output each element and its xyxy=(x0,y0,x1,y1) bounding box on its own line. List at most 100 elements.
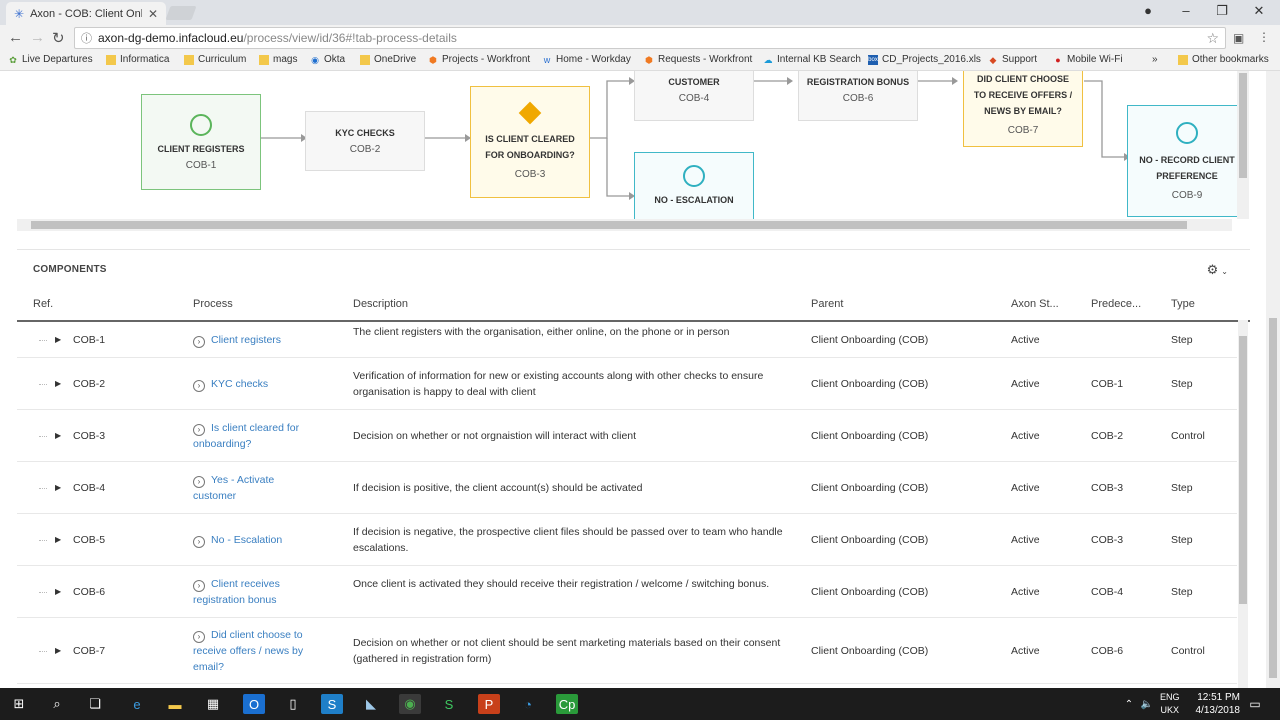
powerpoint-icon[interactable]: P xyxy=(478,694,500,714)
expand-chevron-icon[interactable]: ▶ xyxy=(55,532,61,548)
bookmark-other[interactable]: Other bookmarks xyxy=(1178,54,1269,65)
bookmark-cd-projects[interactable]: box CD_Projects_2016.xls xyxy=(868,54,981,65)
bookmark-curriculum[interactable]: Curriculum xyxy=(184,54,246,65)
outlook-icon[interactable]: O xyxy=(243,694,265,714)
address-bar[interactable]: ⓘ axon-dg-demo.infacloud.eu/process/view… xyxy=(74,27,1226,49)
windows-start-icon[interactable]: ⊞ xyxy=(8,694,30,714)
process-link[interactable]: › Client receives registration bonus xyxy=(193,576,313,608)
table-row[interactable]: ▶ COB-5 › No - Escalation If decision is neg… xyxy=(17,514,1237,566)
file-explorer-icon[interactable]: ▬ xyxy=(164,694,186,714)
process-icon: › xyxy=(193,380,205,392)
diagram-node-record-client-preference[interactable]: NO - RECORD CLIENT PREFERENCE COB-9 xyxy=(1127,105,1247,217)
process-link[interactable]: › KYC checks xyxy=(193,376,313,392)
task-view-icon[interactable]: ❏ xyxy=(84,694,106,714)
column-header-axon-status[interactable]: Axon St... xyxy=(1011,298,1059,310)
app-icon[interactable]: ◣ xyxy=(360,694,382,714)
edge-icon[interactable]: e xyxy=(126,694,148,714)
bookmark-okta[interactable]: ◉ Okta xyxy=(310,54,345,65)
row-type: Step xyxy=(1171,334,1193,346)
chat-icon[interactable]: ◔ xyxy=(517,694,539,714)
bookmark-informatica[interactable]: Informatica xyxy=(106,54,169,65)
browser-tab[interactable]: ✳ Axon - COB: Client Onbo ✕ xyxy=(6,2,166,25)
close-tab-icon[interactable]: ✕ xyxy=(148,7,158,21)
close-window-icon[interactable]: ✕ xyxy=(1244,3,1274,19)
table-vertical-scrollbar[interactable] xyxy=(1238,320,1248,688)
process-link-label[interactable]: Client receives registration bonus xyxy=(193,578,280,606)
volume-icon[interactable]: 🔈 xyxy=(1136,694,1158,714)
bookmark-support[interactable]: ◆ Support xyxy=(988,54,1038,65)
process-link[interactable]: › Yes - Activate customer xyxy=(193,472,313,504)
diagram-horizontal-scrollbar[interactable] xyxy=(17,219,1232,231)
back-icon[interactable]: ← xyxy=(8,29,23,46)
column-header-type[interactable]: Type xyxy=(1171,298,1195,310)
process-link[interactable]: › Client registers xyxy=(193,332,313,348)
process-link[interactable]: › No - Escalation xyxy=(193,532,313,548)
process-link-label[interactable]: Is client cleared for onboarding? xyxy=(193,422,299,450)
diagram-node-is-client-cleared[interactable]: IS CLIENT CLEARED FOR ONBOARDING? COB-3 xyxy=(470,86,590,198)
clock[interactable]: 12:51 PM 4/13/2018 xyxy=(1196,691,1241,717)
bookmark-requests-workfront[interactable]: ⬢ Requests - Workfront xyxy=(644,54,752,65)
profile-icon[interactable]: ● xyxy=(1133,3,1163,18)
bookmark-mags[interactable]: mags xyxy=(259,54,297,65)
table-row[interactable]: ▶ COB-2 › KYC checks Verification of informa… xyxy=(17,358,1237,410)
table-row[interactable]: ▶ COB-1 › Client registers The client regist… xyxy=(17,322,1237,358)
diagram-node-kyc-checks[interactable]: KYC CHECKS COB-2 xyxy=(305,111,425,171)
store-icon[interactable]: ▦ xyxy=(202,694,224,714)
minimize-icon[interactable]: – xyxy=(1171,3,1201,18)
diagram-vertical-scrollbar[interactable] xyxy=(1237,71,1249,219)
maximize-icon[interactable]: ❐ xyxy=(1207,3,1237,19)
diagram-node-client-registers[interactable]: CLIENT REGISTERS COB-1 xyxy=(141,94,261,190)
bookmark-onedrive[interactable]: OneDrive xyxy=(360,54,416,65)
column-header-parent[interactable]: Parent xyxy=(811,298,843,310)
expand-chevron-icon[interactable]: ▶ xyxy=(55,376,61,392)
table-row[interactable]: ▶ COB-4 › Yes - Activate customer If decisio… xyxy=(17,462,1237,514)
search-icon[interactable]: ⌕ xyxy=(46,694,68,714)
diagram-node-did-client-choose[interactable]: DID CLIENT CHOOSE TO RECEIVE OFFERS / NE… xyxy=(963,71,1083,147)
process-link-label[interactable]: Did client choose to receive offers / ne… xyxy=(193,629,303,673)
diagram-node-no-escalation[interactable]: NO - ESCALATION xyxy=(634,152,754,222)
document-icon[interactable]: ▯ xyxy=(282,694,304,714)
spreadsheet-icon[interactable]: S xyxy=(438,694,460,714)
process-link-label[interactable]: No - Escalation xyxy=(211,534,282,546)
column-header-description[interactable]: Description xyxy=(353,298,408,310)
row-description: If decision is positive, the client acco… xyxy=(353,482,643,494)
tree-line xyxy=(39,488,47,489)
column-header-predecessor[interactable]: Predece... xyxy=(1091,298,1141,310)
expand-chevron-icon[interactable]: ▶ xyxy=(55,643,61,659)
expand-chevron-icon[interactable]: ▶ xyxy=(55,480,61,496)
process-link[interactable]: › Did client choose to receive offers / n… xyxy=(193,627,313,675)
bookmark-projects-workfront[interactable]: ⬢ Projects - Workfront xyxy=(428,54,530,65)
table-row[interactable]: ▶ COB-6 › Client receives registration bonu… xyxy=(17,566,1237,618)
bookmark-mobile-wifi[interactable]: ● Mobile Wi-Fi xyxy=(1053,54,1122,65)
extension-icon[interactable]: ▣ xyxy=(1233,31,1244,45)
process-link-label[interactable]: Yes - Activate customer xyxy=(193,474,274,502)
skype-business-icon[interactable]: S xyxy=(321,694,343,714)
bookmark-star-icon[interactable]: ☆ xyxy=(1206,30,1219,47)
column-header-process[interactable]: Process xyxy=(193,298,233,310)
language-indicator[interactable]: ENG UKX xyxy=(1160,691,1180,717)
process-link-label[interactable]: Client registers xyxy=(211,334,281,346)
more-bookmarks-icon[interactable]: » xyxy=(1152,54,1158,65)
process-link[interactable]: › Is client cleared for onboarding? xyxy=(193,420,313,452)
table-row[interactable]: ▶ COB-7 › Did client choose to receive offe… xyxy=(17,618,1237,684)
column-header-ref[interactable]: Ref. xyxy=(33,298,53,310)
process-link-label[interactable]: KYC checks xyxy=(211,378,268,390)
expand-chevron-icon[interactable]: ▶ xyxy=(55,332,61,348)
table-row[interactable]: ▶ COB-3 › Is client cleared for onboarding?… xyxy=(17,410,1237,462)
captivate-icon[interactable]: Cp xyxy=(556,694,578,714)
bookmark-home-workday[interactable]: w Home - Workday xyxy=(542,54,631,65)
reload-icon[interactable]: ↻ xyxy=(52,29,65,47)
expand-chevron-icon[interactable]: ▶ xyxy=(55,584,61,600)
diagram-node-registration-bonus[interactable]: REGISTRATION BONUS COB-6 xyxy=(798,71,918,121)
bookmark-internal-kb-search[interactable]: ☁ Internal KB Search xyxy=(763,54,861,65)
new-tab-button[interactable] xyxy=(165,6,197,20)
gear-icon[interactable]: ⚙ ⌄ xyxy=(1207,262,1228,278)
chrome-icon[interactable]: ◉ xyxy=(399,694,421,714)
forward-icon[interactable]: → xyxy=(30,29,45,46)
bookmark-live-departures[interactable]: ✿ Live Departures xyxy=(8,54,92,65)
diagram-node-customer[interactable]: CUSTOMER COB-4 xyxy=(634,71,754,121)
expand-chevron-icon[interactable]: ▶ xyxy=(55,428,61,444)
menu-icon[interactable]: ⋮ xyxy=(1258,30,1270,44)
notifications-icon[interactable]: ▭ xyxy=(1244,694,1266,714)
page-vertical-scrollbar[interactable] xyxy=(1266,71,1280,688)
